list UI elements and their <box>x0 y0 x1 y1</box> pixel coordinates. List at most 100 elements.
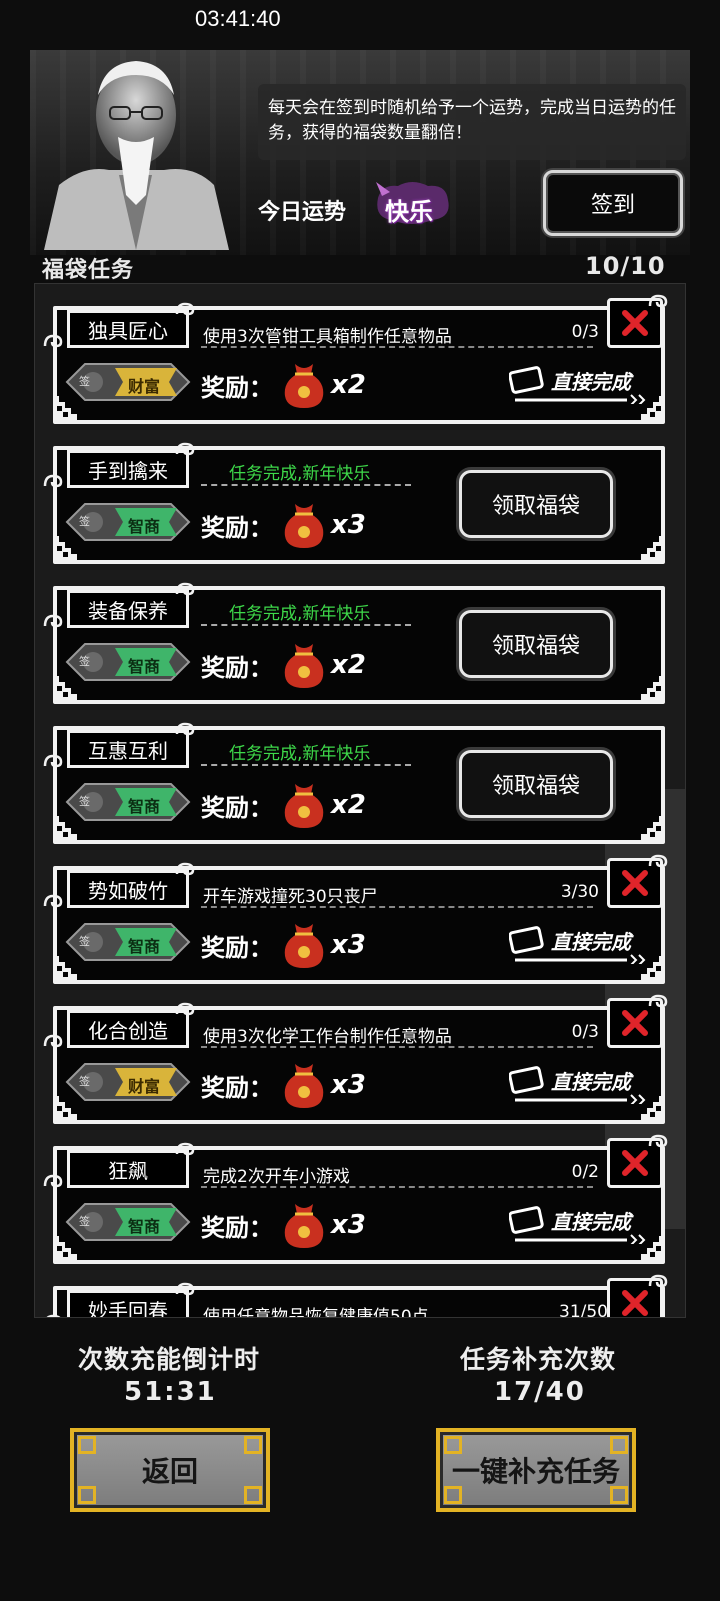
fortune-value: 快乐 <box>385 198 433 226</box>
task-title: 化合创造 <box>67 1010 189 1048</box>
task-description: 使用任意物品恢复健康值50点 <box>203 1307 429 1318</box>
close-icon <box>622 870 648 896</box>
button-corner-ornament <box>244 1436 262 1454</box>
tag-sign-char: 签 <box>79 515 90 528</box>
cloud-swirl-icon <box>175 442 195 456</box>
status-time: 03:41:40 <box>195 6 281 31</box>
signin-button[interactable]: 签到 <box>543 170 683 236</box>
button-corner-ornament <box>244 1486 262 1504</box>
dashed-divider <box>201 906 593 908</box>
corner-ornament-icon <box>641 536 665 560</box>
task-list[interactable]: 独具匠心签财富 奖励： x2 使用3次管钳工具箱制作任意物品 0/3 直接完成 手到擒来签智… <box>34 283 686 1318</box>
quick-finish-label[interactable]: 直接完成 <box>551 926 631 955</box>
task-title: 独具匠心 <box>67 310 189 348</box>
attribute-tag-label: 财富 <box>127 377 160 396</box>
refill-count-value: 17/40 <box>494 1377 586 1407</box>
cloud-swirl-icon <box>43 1174 63 1188</box>
cloud-swirl-icon <box>648 1134 668 1148</box>
task-progress: 31/50 <box>559 1302 608 1318</box>
task-card: 狂飙签 智商 奖励： x3 完成2次开车小游戏 0/2 直接完成 <box>43 1134 668 1264</box>
back-button[interactable]: 返回 <box>70 1428 270 1512</box>
back-button-label: 返回 <box>141 1455 198 1488</box>
close-icon <box>622 1010 648 1036</box>
task-title: 手到擒来 <box>67 450 189 488</box>
close-icon <box>622 310 648 336</box>
attribute-tag-label: 智商 <box>127 1217 160 1236</box>
task-title: 妙手回春 <box>67 1290 189 1317</box>
task-done-text: 任务完成,新年快乐 <box>229 464 371 484</box>
tag-sign-char: 签 <box>79 655 90 668</box>
button-corner-ornament <box>78 1486 96 1504</box>
task-done-text: 任务完成,新年快乐 <box>229 744 371 764</box>
cloud-swirl-icon <box>648 294 668 308</box>
corner-ornament-icon <box>641 676 665 700</box>
task-description: 使用3次化学工作台制作任意物品 <box>203 1027 452 1047</box>
close-icon <box>622 1290 648 1316</box>
task-progress: 3/30 <box>560 882 599 902</box>
claim-bag-button[interactable]: 领取福袋 <box>459 610 613 678</box>
fortune-label: 今日运势 <box>258 200 347 225</box>
task-card: 化合创造签 财富 奖励： x3 使用3次化学工作台制作任意物品 0/3 直接完成 <box>43 994 668 1124</box>
recharge-countdown-title: 次数充能倒计时 <box>78 1345 261 1374</box>
reward-label: 奖励： <box>201 374 273 402</box>
task-card: 装备保养签 智商 奖励： x2 任务完成,新年快乐 领取福袋 <box>43 582 665 704</box>
claim-bag-button[interactable]: 领取福袋 <box>459 750 613 818</box>
task-description: 开车游戏撞死30只丧尸 <box>203 887 378 907</box>
button-corner-ornament <box>444 1486 462 1504</box>
task-card: 手到擒来签 智商 奖励： x3 任务完成,新年快乐 领取福袋 <box>43 442 665 564</box>
attribute-tag-label: 智商 <box>127 657 160 676</box>
task-card: 独具匠心签 财富 奖励： x2 使用3次管钳工具箱制作任意物品 0/3 直接完成 <box>43 294 668 424</box>
recharge-countdown-value: 51:31 <box>124 1377 217 1407</box>
cloud-swirl-icon <box>175 1002 195 1016</box>
task-title: 装备保养 <box>67 590 189 628</box>
task-title: 势如破竹 <box>67 870 189 908</box>
task-progress: 0/3 <box>571 322 599 342</box>
section-title: 福袋任务 <box>42 258 135 283</box>
attribute-tag-label: 智商 <box>127 517 160 536</box>
tag-sign-char: 签 <box>79 1215 90 1228</box>
lucky-bag-icon <box>284 924 324 968</box>
reward-multiplier: x3 <box>331 510 366 540</box>
dashed-divider <box>201 1046 593 1048</box>
corner-ornament-icon <box>641 816 665 840</box>
reward-label: 奖励： <box>201 934 273 962</box>
dashed-divider <box>201 346 593 348</box>
button-corner-ornament <box>444 1436 462 1454</box>
claim-bag-button[interactable]: 领取福袋 <box>459 470 613 538</box>
close-icon <box>622 1150 648 1176</box>
cloud-swirl-icon <box>648 1274 668 1288</box>
cloud-swirl-icon <box>43 754 63 768</box>
cloud-swirl-icon <box>648 854 668 868</box>
cloud-swirl-icon <box>43 894 63 908</box>
attribute-tag-label: 财富 <box>127 1077 160 1096</box>
cloud-swirl-icon <box>175 1142 195 1156</box>
task-title: 狂飙 <box>67 1150 189 1188</box>
task-progress: 0/2 <box>571 1162 599 1182</box>
dashed-divider <box>201 484 411 486</box>
quick-finish-label[interactable]: 直接完成 <box>551 1066 631 1095</box>
task-description: 使用3次管钳工具箱制作任意物品 <box>203 327 452 347</box>
cloud-swirl-icon <box>175 722 195 736</box>
task-done-text: 任务完成,新年快乐 <box>229 604 371 624</box>
lucky-bag-icon <box>284 504 324 548</box>
attribute-tag-label: 智商 <box>127 797 160 816</box>
refill-tasks-button[interactable]: 一键补充任务 <box>436 1428 636 1512</box>
task-description: 完成2次开车小游戏 <box>203 1167 350 1187</box>
cloud-swirl-icon <box>648 994 668 1008</box>
cloud-swirl-icon <box>175 862 195 876</box>
reward-label: 奖励： <box>201 514 273 542</box>
task-title: 互惠互利 <box>67 730 189 768</box>
reward-multiplier: x3 <box>331 1210 366 1240</box>
quick-finish-label[interactable]: 直接完成 <box>551 1206 631 1235</box>
dashed-divider <box>201 624 411 626</box>
npc-speech-bubble: 每天会在签到时随机给予一个运势，完成当日运势的任务，获得的福袋数量翻倍！ <box>258 84 686 160</box>
reward-multiplier: x2 <box>331 650 366 680</box>
cloud-swirl-icon <box>46 1314 61 1317</box>
task-card: 互惠互利签 智商 奖励： x2 任务完成,新年快乐 领取福袋 <box>43 722 665 844</box>
cloud-swirl-icon <box>43 1034 63 1048</box>
task-card: 势如破竹签 智商 奖励： x3 开车游戏撞死30只丧尸 3/30 直接完成 <box>43 854 668 984</box>
reward-multiplier: x2 <box>331 370 366 400</box>
quick-finish-label[interactable]: 直接完成 <box>551 366 631 395</box>
reward-label: 奖励： <box>201 794 273 822</box>
task-card: 妙手回春签智商奖励：x3使用任意物品恢复健康值50点31/50直接完成 <box>46 1274 668 1318</box>
